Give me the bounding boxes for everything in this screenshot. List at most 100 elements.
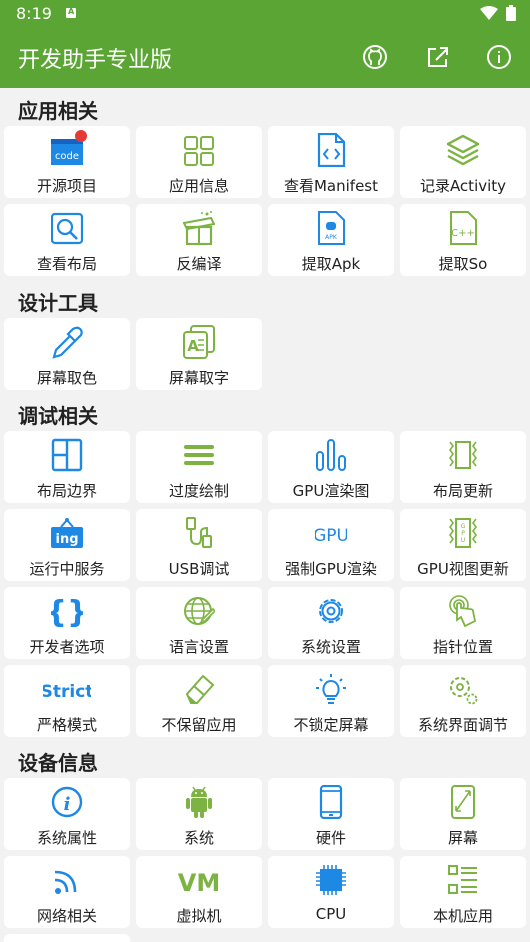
tile-cpu[interactable]: CPU bbox=[268, 856, 394, 928]
tile-strict-mode[interactable]: Strict 严格模式 bbox=[4, 665, 130, 737]
tile-system-properties[interactable]: i 系统属性 bbox=[4, 778, 130, 850]
apk-file-icon: APK bbox=[318, 211, 345, 245]
svg-text:{}: {} bbox=[51, 595, 83, 628]
tile-decompile[interactable]: 反编译 bbox=[136, 204, 262, 276]
svg-text:C++: C++ bbox=[451, 228, 475, 239]
status-bar: 8:19 bbox=[0, 0, 530, 27]
tile-running-services[interactable]: ing 运行中服务 bbox=[4, 509, 130, 581]
tile-extract-apk[interactable]: APK 提取Apk bbox=[268, 204, 394, 276]
tile-label: USB调试 bbox=[168, 560, 230, 578]
tile-usb-debug[interactable]: USB调试 bbox=[136, 509, 262, 581]
tile-virtual-machine[interactable]: VM 虚拟机 bbox=[136, 856, 262, 928]
tile-force-gpu[interactable]: GPU 强制GPU渲染 bbox=[268, 509, 394, 581]
svg-text:G: G bbox=[461, 523, 466, 530]
tile-label: 系统界面调节 bbox=[417, 716, 508, 734]
notification-badge bbox=[75, 130, 87, 142]
svg-text:i: i bbox=[64, 794, 71, 815]
tile-label: 本机应用 bbox=[432, 907, 493, 925]
tile-label: 严格模式 bbox=[36, 716, 97, 734]
tile-no-lock-screen[interactable]: 不锁定屏幕 bbox=[268, 665, 394, 737]
tile-text-capture[interactable]: A 屏幕取字 bbox=[136, 318, 262, 390]
wifi-icon bbox=[54, 870, 77, 894]
battery-icon bbox=[506, 5, 516, 21]
tile-label: 运行中服务 bbox=[29, 560, 105, 578]
tile-label: 屏幕取色 bbox=[36, 369, 97, 387]
tile-label: 网络相关 bbox=[36, 907, 97, 925]
tile-dont-keep-apps[interactable]: 不保留应用 bbox=[136, 665, 262, 737]
layout-update-icon bbox=[449, 441, 477, 469]
tile-hardware[interactable]: 硬件 bbox=[268, 778, 394, 850]
tile-label: 系统 bbox=[183, 829, 214, 847]
tile-system-settings[interactable]: 系统设置 bbox=[268, 587, 394, 659]
tile-label: GPU视图更新 bbox=[417, 560, 509, 578]
tile-gpu-view-update[interactable]: G P U GPU视图更新 bbox=[400, 509, 526, 581]
gpu-text-icon: GPU bbox=[315, 526, 347, 546]
section-title-design: 设计工具 bbox=[18, 291, 98, 315]
tile-app-info[interactable]: 应用信息 bbox=[136, 126, 262, 198]
code-file-icon bbox=[317, 133, 346, 167]
tile-label: 查看Manifest bbox=[283, 177, 378, 195]
tile-layout-bounds[interactable]: 布局边界 bbox=[4, 431, 130, 503]
section-title-app: 应用相关 bbox=[18, 99, 98, 123]
app-title: 开发助手专业版 bbox=[18, 48, 173, 73]
tile-label: 过度绘制 bbox=[168, 482, 229, 500]
status-time: 8:19 bbox=[16, 4, 52, 23]
svg-text:ing: ing bbox=[55, 532, 78, 547]
wifi-status-icon bbox=[480, 6, 498, 20]
android-icon bbox=[186, 786, 212, 818]
tile-pointer-location[interactable]: 指针位置 bbox=[400, 587, 526, 659]
globe-pen-icon bbox=[184, 597, 215, 625]
tile-system[interactable]: 系统 bbox=[136, 778, 262, 850]
layout-bounds-icon bbox=[51, 438, 83, 472]
layout-search-icon bbox=[51, 212, 83, 245]
usb-cable-icon bbox=[186, 517, 212, 548]
strict-text-icon: Strict bbox=[43, 682, 91, 702]
tile-view-layout[interactable]: 查看布局 bbox=[4, 204, 130, 276]
tile-label: 开发者选项 bbox=[29, 638, 105, 656]
tile-network[interactable]: 网络相关 bbox=[4, 856, 130, 928]
tile-label: 布局更新 bbox=[432, 482, 493, 500]
cpp-file-icon: C++ bbox=[450, 211, 477, 245]
github-icon[interactable] bbox=[361, 43, 389, 71]
tile-language[interactable]: 语言设置 bbox=[136, 587, 262, 659]
tile-label: 记录Activity bbox=[419, 177, 507, 195]
tile-developer-options[interactable]: {} 开发者选项 bbox=[4, 587, 130, 659]
overdraw-icon bbox=[184, 445, 214, 465]
tile-layout-update[interactable]: 布局更新 bbox=[400, 431, 526, 503]
notification-icon bbox=[66, 7, 76, 18]
gears-icon bbox=[450, 677, 478, 705]
tile-label: 不锁定屏幕 bbox=[293, 716, 369, 734]
cpu-chip-icon bbox=[316, 865, 346, 895]
layers-icon bbox=[447, 134, 479, 166]
tile-screen[interactable]: 屏幕 bbox=[400, 778, 526, 850]
braces-icon: {} bbox=[51, 595, 83, 628]
tile-label: 语言设置 bbox=[168, 638, 229, 656]
tile-gpu-render[interactable]: GPU渲染图 bbox=[268, 431, 394, 503]
text-capture-icon: A bbox=[183, 325, 215, 359]
tile-overdraw[interactable]: 过度绘制 bbox=[136, 431, 262, 503]
lightbulb-icon bbox=[316, 674, 346, 704]
tile-color-picker[interactable]: 屏幕取色 bbox=[4, 318, 130, 390]
touch-pointer-icon bbox=[449, 595, 477, 628]
tile-label: 强制GPU渲染 bbox=[285, 560, 377, 578]
svg-text:P: P bbox=[461, 530, 465, 537]
share-icon[interactable] bbox=[424, 43, 452, 71]
screen-icon bbox=[451, 785, 475, 819]
tile-system-ui-tuner[interactable]: 系统界面调节 bbox=[400, 665, 526, 737]
tile-label: 系统属性 bbox=[36, 829, 97, 847]
eraser-icon bbox=[185, 674, 215, 704]
tile-label: 指针位置 bbox=[432, 638, 493, 656]
tile-installed-apps[interactable]: 本机应用 bbox=[400, 856, 526, 928]
svg-text:U: U bbox=[461, 537, 465, 544]
app-list-icon bbox=[448, 865, 477, 894]
info-icon[interactable] bbox=[485, 43, 513, 71]
tile-label: 反编译 bbox=[176, 255, 222, 273]
gpu-view-icon: G P U bbox=[449, 518, 477, 548]
tile-record-activity[interactable]: 记录Activity bbox=[400, 126, 526, 198]
tile-label: 屏幕 bbox=[447, 829, 478, 847]
svg-text:APK: APK bbox=[325, 234, 338, 241]
tile-open-source[interactable]: code 开源项目 bbox=[4, 126, 130, 198]
tile-view-manifest[interactable]: 查看Manifest bbox=[268, 126, 394, 198]
tile-partial[interactable] bbox=[4, 934, 130, 942]
tile-extract-so[interactable]: C++ 提取So bbox=[400, 204, 526, 276]
